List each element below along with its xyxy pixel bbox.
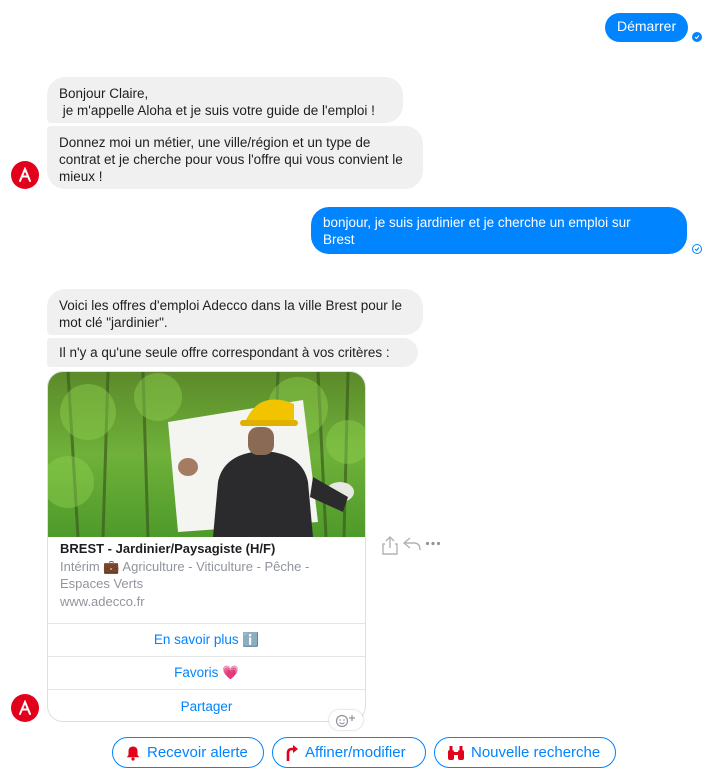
quick-reply-alert[interactable]: Recevoir alerte bbox=[112, 737, 264, 768]
seen-check-icon bbox=[692, 32, 702, 42]
user-line-1: bonjour, je suis jardinier et je cherche… bbox=[323, 215, 631, 230]
greeting-line-2: je m'appelle Aloha et je suis votre guid… bbox=[59, 103, 375, 118]
bot-avatar bbox=[11, 694, 39, 722]
incoming-message-single-offer: Il n'y a qu'une seule offre correspondan… bbox=[47, 338, 418, 367]
learn-more-button[interactable]: En savoir plus ℹ️ bbox=[48, 623, 365, 656]
bell-icon bbox=[126, 746, 140, 761]
job-offer-image bbox=[48, 372, 365, 537]
add-reaction-button[interactable] bbox=[329, 710, 363, 730]
share-button[interactable]: Partager bbox=[48, 689, 365, 721]
job-title[interactable]: BREST - Jardinier/Paysagiste (H/F) bbox=[60, 541, 275, 556]
favorites-button[interactable]: Favoris 💗 bbox=[48, 656, 365, 689]
share-icon[interactable] bbox=[382, 535, 398, 555]
quick-reply-refine-label: Affiner/modifier bbox=[305, 744, 406, 761]
quick-reply-alert-label: Recevoir alerte bbox=[147, 744, 248, 761]
job-subtitle: Intérim 💼 Agriculture - Viticulture - Pê… bbox=[60, 559, 310, 591]
arrow-up-right-icon bbox=[286, 744, 298, 761]
job-url: www.adecco.fr bbox=[60, 594, 145, 609]
adecco-logo-icon bbox=[19, 167, 31, 182]
greeting-line-1: Bonjour Claire, bbox=[59, 86, 149, 101]
incoming-message-prompt: Donnez moi un métier, une ville/région e… bbox=[47, 126, 423, 189]
add-reaction-icon bbox=[335, 714, 355, 727]
user-line-2: Brest bbox=[323, 232, 355, 247]
outgoing-message-start: Démarrer bbox=[605, 13, 689, 42]
incoming-message-results: Voici les offres d'emploi Adecco dans la… bbox=[47, 289, 423, 335]
reply-icon[interactable] bbox=[403, 537, 421, 551]
bot-avatar bbox=[11, 161, 39, 189]
adecco-logo-icon bbox=[19, 700, 31, 715]
quick-reply-new-search-label: Nouvelle recherche bbox=[471, 744, 601, 761]
quick-reply-new-search[interactable]: Nouvelle recherche bbox=[434, 737, 616, 768]
delivered-check-icon bbox=[692, 244, 702, 254]
more-icon[interactable] bbox=[425, 541, 441, 546]
incoming-message-greeting: Bonjour Claire, je m'appelle Aloha et je… bbox=[47, 77, 403, 123]
job-offer-card: BREST - Jardinier/Paysagiste (H/F) Intér… bbox=[47, 371, 366, 722]
quick-reply-refine[interactable]: Affiner/modifier bbox=[272, 737, 426, 768]
binoculars-icon bbox=[448, 745, 464, 760]
outgoing-message-user: bonjour, je suis jardinier et je cherche… bbox=[311, 207, 687, 254]
